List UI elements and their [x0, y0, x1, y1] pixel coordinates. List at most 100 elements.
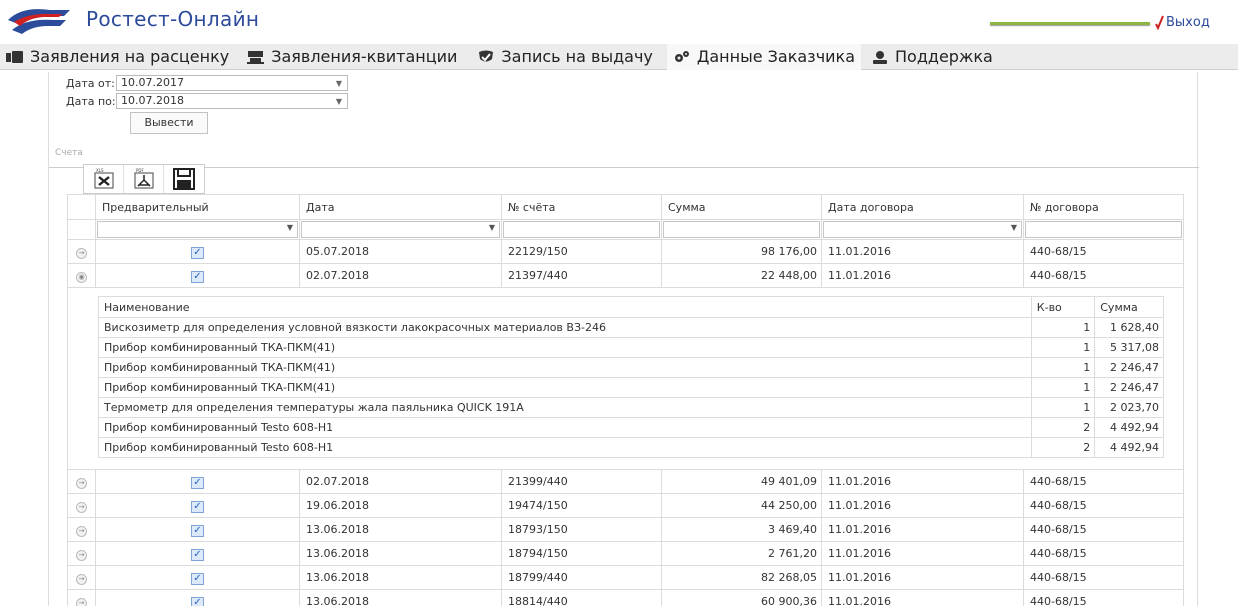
- table-row[interactable]: → ✓ 13.06.2018 18799/440 82 268,05 11.01.2016…: [67, 565, 1184, 590]
- table-row[interactable]: → ✓ 13.06.2018 18814/440 60 900,36 11.01.2016…: [67, 589, 1184, 606]
- exit-area[interactable]: Выход: [1154, 14, 1210, 30]
- filter-preliminary-select[interactable]: ▼: [97, 221, 298, 238]
- tab-support[interactable]: Поддержка: [865, 44, 999, 70]
- column-header[interactable]: № договора: [1023, 194, 1184, 220]
- chevron-down-icon: ▼: [335, 79, 342, 88]
- expand-icon[interactable]: →: [76, 525, 87, 537]
- table-row[interactable]: → ✓ 13.06.2018 18794/150 2 761,20 11.01.2016 4…: [67, 541, 1184, 566]
- table-row[interactable]: → ✓ 05.07.2018 22129/150 98 176,00 11.01.2016…: [67, 239, 1184, 264]
- preliminary-checkbox[interactable]: ✓: [191, 548, 204, 561]
- filter-date-select[interactable]: ▼: [301, 221, 500, 238]
- expand-icon[interactable]: →: [76, 247, 87, 259]
- filter-contract-date-select[interactable]: ▼: [823, 221, 1022, 238]
- app-title: Ростест-Онлайн: [86, 7, 260, 31]
- item-qty-cell: 1: [1030, 337, 1096, 358]
- table-row[interactable]: → ✓ 02.07.2018 21399/440 49 401,09 11.01.2016…: [67, 469, 1184, 494]
- preliminary-cell: ✓: [95, 239, 300, 264]
- date-cell: 05.07.2018: [299, 239, 502, 264]
- item-name-cell: Прибор комбинированный ТКА-ПКМ(41): [98, 337, 1032, 358]
- header-accent-line: [990, 22, 1150, 25]
- contract-number-cell: 440-68/15: [1023, 469, 1184, 494]
- pdf-icon: PDF: [134, 168, 153, 189]
- invoice-number-cell: 21397/440: [501, 263, 662, 288]
- expand-icon[interactable]: →: [76, 597, 87, 606]
- contract-date-cell: 11.01.2016: [821, 239, 1024, 264]
- item-qty-cell: 1: [1030, 317, 1096, 338]
- export-pdf-button[interactable]: PDF: [124, 165, 164, 193]
- preliminary-cell: ✓: [95, 469, 300, 494]
- item-qty-cell: 1: [1030, 357, 1096, 378]
- sum-cell: 98 176,00: [661, 239, 822, 264]
- date-cell: 13.06.2018: [299, 517, 502, 542]
- tab-issue-booking[interactable]: Запись на выдачу: [471, 44, 658, 70]
- sum-cell: 49 401,09: [661, 469, 822, 494]
- preliminary-checkbox[interactable]: ✓: [191, 500, 204, 513]
- filter-sum-input[interactable]: [663, 221, 820, 238]
- item-qty-cell: 1: [1030, 397, 1096, 418]
- expand-column-header: [67, 194, 96, 220]
- preliminary-checkbox[interactable]: ✓: [191, 270, 204, 283]
- preliminary-checkbox[interactable]: ✓: [191, 476, 204, 489]
- detail-cell: Наименование К-во Сумма Вискозиметр для опр…: [67, 287, 1184, 470]
- invoice-number-cell: 22129/150: [501, 239, 662, 264]
- date-cell: 19.06.2018: [299, 493, 502, 518]
- sum-cell: 44 250,00: [661, 493, 822, 518]
- expand-icon[interactable]: →: [76, 549, 87, 561]
- table-row[interactable]: → ✓ 13.06.2018 18793/150 3 469,40 11.01.2016 4…: [67, 517, 1184, 542]
- item-sum-cell: 2 246,47: [1094, 377, 1164, 398]
- date-from-select[interactable]: 10.07.2017 ▼: [116, 75, 348, 91]
- filter-cell: [501, 219, 662, 240]
- expand-icon[interactable]: →: [76, 477, 87, 489]
- expand-icon[interactable]: →: [76, 501, 87, 513]
- date-to-select[interactable]: 10.07.2018 ▼: [116, 93, 348, 109]
- item-name-cell: Прибор комбинированный ТКА-ПКМ(41): [98, 357, 1032, 378]
- contract-date-cell: 11.01.2016: [821, 469, 1024, 494]
- svg-text:XLS: XLS: [96, 168, 104, 173]
- detail-row: Наименование К-во Сумма Вискозиметр для опр…: [67, 287, 1184, 470]
- expand-icon[interactable]: →: [76, 573, 87, 585]
- expand-cell: →: [67, 589, 96, 606]
- item-name-cell: Прибор комбинированный Testo 608-H1: [98, 417, 1032, 438]
- filter-contract-number-input[interactable]: [1025, 221, 1182, 238]
- exit-link[interactable]: Выход: [1166, 15, 1210, 30]
- expand-cell: →: [67, 541, 96, 566]
- tab-customer-data[interactable]: Данные Заказчика: [666, 43, 862, 70]
- item-qty-cell: 2: [1030, 437, 1096, 458]
- column-header[interactable]: Дата договора: [821, 194, 1024, 220]
- collapse-icon[interactable]: ◉: [76, 271, 87, 283]
- filter-number-input[interactable]: [503, 221, 660, 238]
- tab-label: Поддержка: [895, 47, 993, 66]
- save-button[interactable]: [164, 165, 204, 193]
- item-name-cell: Вискозиметр для определения условной вяз…: [98, 317, 1032, 338]
- items-row: Прибор комбинированный Testo 608-H1 2 4 49…: [98, 417, 1164, 438]
- date-to-row: Дата по: 10.07.2018 ▼: [66, 93, 348, 109]
- exit-icon[interactable]: [1154, 14, 1164, 30]
- column-header[interactable]: Сумма: [661, 194, 822, 220]
- table-row[interactable]: → ✓ 19.06.2018 19474/150 44 250,00 11.01.2016…: [67, 493, 1184, 518]
- table-row[interactable]: ◉ ✓ 02.07.2018 21397/440 22 448,00 11.01.2016…: [67, 263, 1184, 288]
- column-header[interactable]: Дата: [299, 194, 502, 220]
- preliminary-checkbox[interactable]: ✓: [191, 596, 204, 606]
- app-header: Ростест-Онлайн Выход: [0, 0, 1238, 42]
- sum-cell: 2 761,20: [661, 541, 822, 566]
- items-column-header: К-во: [1030, 296, 1096, 318]
- column-header[interactable]: № счёта: [501, 194, 662, 220]
- chevron-down-icon: ▼: [488, 223, 495, 232]
- contract-number-cell: 440-68/15: [1023, 589, 1184, 606]
- tab-price-requests[interactable]: Заявления на расценку: [0, 44, 235, 70]
- export-xls-button[interactable]: XLS: [84, 165, 124, 193]
- chevron-down-icon: ▼: [335, 97, 342, 106]
- save-icon: [173, 168, 195, 190]
- item-sum-cell: 2 023,70: [1094, 397, 1164, 418]
- column-header[interactable]: Предварительный: [95, 194, 300, 220]
- items-row: Вискозиметр для определения условной вяз…: [98, 317, 1164, 338]
- expand-cell: →: [67, 469, 96, 494]
- date-cell: 13.06.2018: [299, 541, 502, 566]
- export-toolbar: XLS PDF: [83, 164, 205, 194]
- tab-receipt-requests[interactable]: Заявления-квитанции: [241, 44, 463, 70]
- preliminary-checkbox[interactable]: ✓: [191, 246, 204, 259]
- chevron-down-icon: ▼: [1010, 223, 1017, 232]
- preliminary-checkbox[interactable]: ✓: [191, 524, 204, 537]
- output-button[interactable]: Вывести: [130, 112, 208, 134]
- preliminary-checkbox[interactable]: ✓: [191, 572, 204, 585]
